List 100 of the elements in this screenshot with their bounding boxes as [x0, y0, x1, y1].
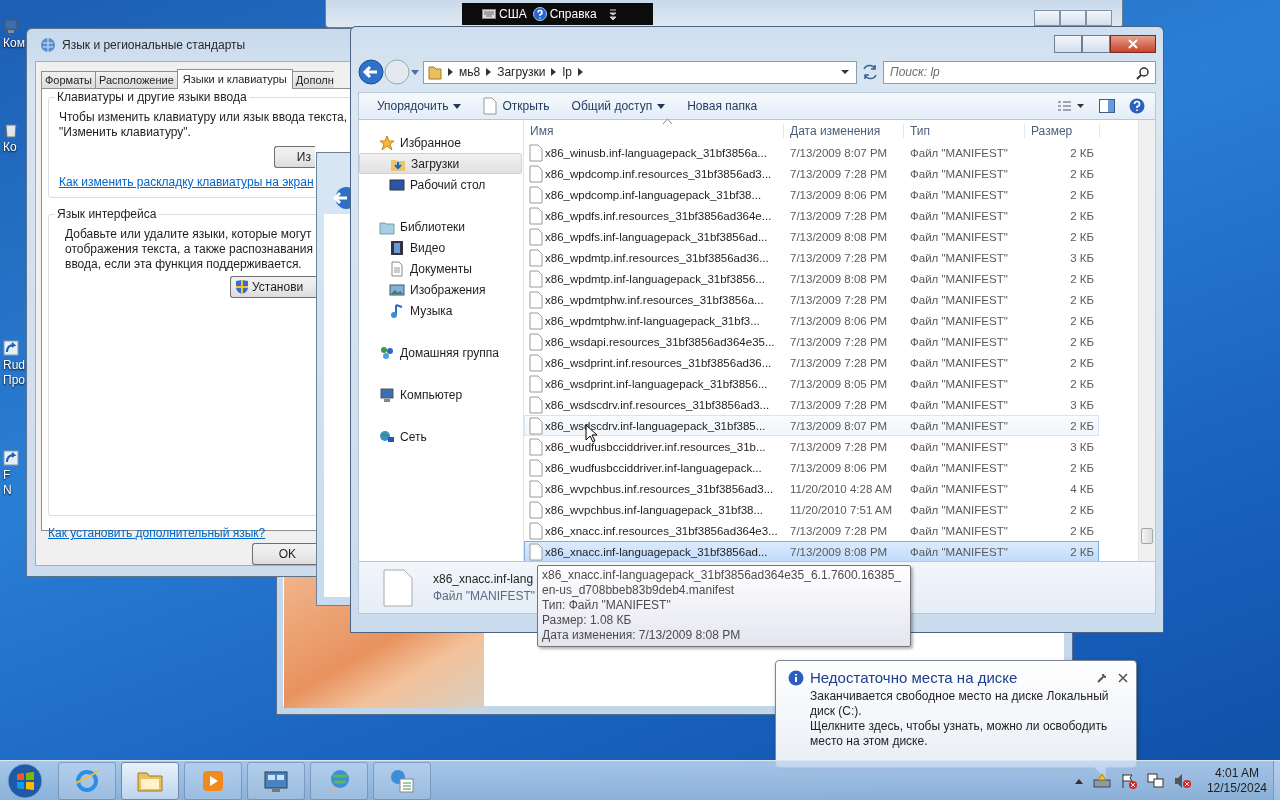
flag-error-icon[interactable] — [1119, 773, 1138, 789]
file-row[interactable]: x86_wudfusbcciddriver.inf-languagepack... 7/13/2009 8:06 PM Файл "MANIFEST" 2 КБ — [524, 457, 1099, 478]
file-row[interactable]: x86_wsdprint.inf.resources_31bf3856ad36... 7/13/2009 7:28 PM Файл "MANIFEST" 2 КБ — [524, 352, 1099, 373]
navigation-item[interactable]: Загрузки — [359, 153, 522, 174]
ok-button[interactable]: OK — [252, 543, 316, 565]
options-icon[interactable] — [608, 7, 617, 21]
wrench-icon[interactable] — [1096, 671, 1108, 684]
show-hidden-icons-button[interactable] — [1073, 777, 1084, 785]
refresh-icon[interactable] — [860, 63, 880, 81]
taskbar-button[interactable] — [373, 762, 431, 800]
chevron-icon[interactable] — [448, 68, 453, 76]
navigation-item[interactable]: Избранное — [359, 132, 522, 153]
file-icon — [529, 332, 543, 351]
search-field[interactable]: Поиск: lp — [883, 60, 1156, 84]
back-button[interactable] — [358, 59, 384, 85]
file-row[interactable]: x86_wsdscdrv.inf-languagepack_31bf385... 7/13/2009 8:07 PM Файл "MANIFEST" 2 КБ — [524, 415, 1099, 436]
breadcrumb-item[interactable]: Загрузки — [497, 65, 546, 79]
toolbar-menu-button[interactable]: Упорядочить — [369, 96, 470, 116]
help-link[interactable]: Как установить дополнительный язык? — [48, 526, 266, 540]
file-row[interactable]: x86_wpdmtp.inf.resources_31bf3856ad36... 7/13/2009 7:28 PM Файл "MANIFEST" 3 КБ — [524, 247, 1099, 268]
column-header[interactable]: Дата изменения — [784, 124, 904, 138]
file-row[interactable]: x86_wpdmtphw.inf-languagepack_31bf3... 7/13/2009 8:06 PM Файл "MANIFEST" 2 КБ — [524, 310, 1099, 331]
close-icon[interactable] — [1118, 672, 1128, 683]
file-row[interactable]: x86_xnacc.inf-languagepack_31bf3856ad... 7/13/2009 8:08 PM Файл "MANIFEST" 2 КБ — [524, 541, 1099, 561]
file-row[interactable]: x86_wudfusbcciddriver.inf.resources_31b... 7/13/2009 7:28 PM Файл "MANIFEST" 3 КБ — [524, 436, 1099, 457]
maximize-button[interactable] — [1082, 35, 1110, 53]
chevron-icon[interactable] — [551, 68, 557, 76]
scrollbar-thumb[interactable] — [1141, 528, 1153, 544]
dropdown-icon[interactable] — [840, 69, 850, 75]
start-button[interactable] — [6, 762, 44, 800]
file-row[interactable]: x86_wvpchbus.inf.resources_31bf3856ad3... 11/20/2010 4:28 AM Файл "MANIFEST" 4 КБ — [524, 478, 1099, 499]
clock[interactable]: 4:01 AM 12/15/2024 — [1206, 766, 1267, 796]
open-button[interactable]: Открыть — [475, 94, 558, 118]
column-header[interactable]: Размер — [1025, 124, 1100, 138]
tab[interactable]: Языки и клавиатуры — [176, 69, 293, 89]
file-row[interactable]: x86_xnacc.inf.resources_31bf3856ad364e3... 7/13/2009 7:28 PM Файл "MANIFEST" 2 КБ — [524, 520, 1099, 541]
view-options-icon[interactable] — [1057, 100, 1085, 112]
network-icon[interactable] — [1146, 773, 1165, 789]
navigation-item[interactable]: Документы — [359, 258, 522, 279]
taskbar-button[interactable] — [247, 762, 305, 800]
file-row[interactable]: x86_wpdcomp.inf.resources_31bf3856ad3... 7/13/2009 7:28 PM Файл "MANIFEST" 2 КБ — [524, 163, 1099, 184]
file-row[interactable]: x86_wpdfs.inf.resources_31bf3856ad364e... 7/13/2009 7:28 PM Файл "MANIFEST" 2 КБ — [524, 205, 1099, 226]
notification-text[interactable]: Щелкните здесь, чтобы узнать, можно ли освободить место на этом диске. — [788, 719, 1128, 749]
address-bar[interactable]: мь8 Загрузки lp — [423, 60, 857, 84]
maximize-button[interactable] — [1060, 10, 1086, 26]
help-button[interactable]: Справка — [549, 7, 597, 21]
tab[interactable]: Дополн — [291, 71, 334, 88]
desktop-icon-label[interactable]: Ко — [3, 140, 17, 155]
file-type: Файл "MANIFEST" — [909, 314, 1009, 327]
navigation-item[interactable]: Домашняя группа — [359, 342, 522, 363]
navigation-item[interactable]: Сеть — [359, 426, 522, 447]
file-row[interactable]: x86_wsdprint.inf-languagepack_31bf3856... 7/13/2009 8:05 PM Файл "MANIFEST" 2 КБ — [524, 373, 1099, 394]
help-icon[interactable] — [1129, 98, 1145, 114]
file-icon — [529, 269, 543, 288]
taskbar-button[interactable] — [121, 762, 179, 800]
file-row[interactable]: x86_wpdmtphw.inf.resources_31bf3856a... 7/13/2009 7:28 PM Файл "MANIFEST" 2 КБ — [524, 289, 1099, 310]
navigation-item[interactable]: Рабочий стол — [359, 174, 522, 195]
close-button[interactable] — [1110, 35, 1156, 53]
file-row[interactable]: x86_wsdscdrv.inf.resources_31bf3856ad3... 7/13/2009 7:28 PM Файл "MANIFEST" 3 КБ — [524, 394, 1099, 415]
chevron-icon[interactable] — [577, 68, 583, 76]
breadcrumb-item[interactable]: lp — [562, 65, 572, 79]
scrollbar[interactable] — [1138, 120, 1155, 561]
file-name: x86_wudfusbcciddriver.inf.resources_31b... — [545, 440, 767, 453]
file-row[interactable]: x86_wvpchbus.inf-languagepack_31bf38... 11/20/2010 7:51 AM Файл "MANIFEST" 2 КБ — [524, 499, 1099, 520]
navigation-item[interactable]: Компьютер — [359, 384, 522, 405]
file-row[interactable]: x86_wpdfs.inf-languagepack_31bf3856ad... 7/13/2009 8:08 PM Файл "MANIFEST" 2 КБ — [524, 226, 1099, 247]
change-keyboard-button[interactable]: Из — [274, 146, 315, 168]
toolbar-menu-button[interactable]: Общий доступ — [563, 96, 674, 116]
tab[interactable]: Форматы — [41, 71, 96, 88]
file-date: 7/13/2009 7:28 PM — [789, 440, 889, 453]
speaker-muted-icon[interactable] — [1173, 773, 1192, 789]
file-date: 7/13/2009 7:28 PM — [789, 398, 889, 411]
chevron-icon[interactable] — [486, 68, 492, 76]
disk-warning-icon[interactable] — [1092, 773, 1111, 789]
caret-icon — [657, 103, 666, 109]
caret-icon[interactable] — [410, 68, 420, 76]
preview-pane-icon[interactable] — [1099, 99, 1115, 113]
navigation-item[interactable]: Видео — [359, 237, 522, 258]
file-row[interactable]: x86_winusb.inf-languagepack_31bf3856a... 7/13/2009 8:07 PM Файл "MANIFEST" 2 КБ — [524, 142, 1099, 163]
description-text: Чтобы изменить клавиатуру или язык ввода текста, "Изменить клавиатуру". — [59, 110, 349, 140]
navigation-item[interactable]: Музыка — [359, 300, 522, 321]
file-icon — [529, 479, 543, 498]
help-link[interactable]: Как изменить раскладку клавиатуры на экран — [59, 175, 314, 189]
file-row[interactable]: x86_wpdmtp.inf-languagepack_31bf3856... 7/13/2009 8:08 PM Файл "MANIFEST" 2 КБ — [524, 268, 1099, 289]
file-row[interactable]: x86_wpdcomp.inf-languagepack_31bf38... 7/13/2009 8:06 PM Файл "MANIFEST" 2 КБ — [524, 184, 1099, 205]
tab[interactable]: Расположение — [95, 71, 178, 88]
desktop-icon-label[interactable]: Rud Про — [3, 358, 25, 388]
language-indicator[interactable]: США — [499, 7, 527, 21]
desktop-icon-label[interactable]: Ком — [3, 36, 25, 51]
navigation-item[interactable]: Изображения — [359, 279, 522, 300]
minimize-button[interactable] — [1034, 10, 1060, 26]
install-button[interactable]: Установи — [230, 276, 316, 298]
breadcrumb-item[interactable]: мь8 — [459, 65, 481, 79]
new-folder-button[interactable]: Новая папка — [679, 96, 766, 116]
desktop-icon-label[interactable]: F N — [3, 468, 12, 498]
file-row[interactable]: x86_wsdapi.resources_31bf3856ad364e35... 7/13/2009 7:28 PM Файл "MANIFEST" 2 КБ — [524, 331, 1099, 352]
navigation-item[interactable]: Библиотеки — [359, 216, 522, 237]
column-header[interactable]: Имя — [524, 124, 784, 138]
column-header[interactable]: Тип — [904, 124, 1025, 138]
minimize-button[interactable] — [1054, 35, 1082, 53]
